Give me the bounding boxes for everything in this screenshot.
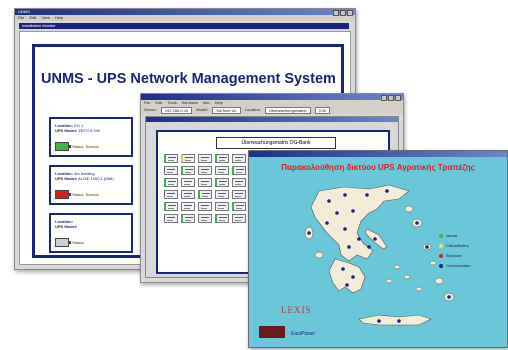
unms-menubar: File Edit View Help [15,15,355,21]
ups-cell[interactable] [232,178,246,187]
ups-card-1[interactable]: Location: EG 1 UPS Model: ZEFO 6 000 Sta… [49,117,133,157]
lexis-brand: LEXIS [281,305,312,315]
location-field[interactable]: Überwachungsmatrix [264,107,311,114]
crete-shape [358,314,432,326]
battery-icon [55,238,71,247]
matrix-titlebar [141,94,403,101]
server-label: Server: [144,107,157,112]
ups-cell[interactable] [181,202,195,211]
menu-file[interactable]: File [18,15,24,21]
model-label: UPS Model: [55,128,78,133]
unms-titlebar: UNMS [15,9,355,16]
legend-label: Communication [446,264,471,268]
menu-help[interactable]: Help [215,100,223,106]
model-field[interactable]: SinTech UL [212,107,241,114]
ups-card-2[interactable]: Location: 4th building UPS Model: ALISE … [49,165,133,205]
ups-cell[interactable] [181,166,195,175]
matrix-subwindow-titlebar [146,117,398,122]
company-logo [259,326,285,338]
ups-cell[interactable] [215,166,229,175]
ups-cell[interactable] [181,178,195,187]
legend-label: Normal [446,234,458,238]
minimize-button[interactable] [381,95,387,101]
ups-cell[interactable] [181,154,195,163]
ups-cell[interactable] [164,214,178,223]
ups-cell[interactable] [181,214,195,223]
unms-heading: UNMS - UPS Network Management System [41,71,336,87]
ups-cell[interactable] [164,202,178,211]
ups-cell[interactable] [232,154,246,163]
legend-shutdown: Shutdown [439,251,470,261]
ups-cell[interactable] [181,190,195,199]
matrix-toolbar: Server: 192.168.0.10 Model: SinTech UL L… [141,106,403,114]
legend-critical: Critical/Battery [439,241,470,251]
model-label: UPS Model: [55,224,78,229]
maximize-button[interactable] [388,95,394,101]
ups-cell[interactable] [232,214,246,223]
ups-cell[interactable] [164,154,178,163]
close-button[interactable] [347,10,353,16]
ups-cell[interactable] [198,178,212,187]
unms-window-title: UNMS [18,9,30,14]
ups-cell[interactable] [232,190,246,199]
model-value: ALISE 1000 1 (IBM) [78,176,114,181]
menu-view[interactable]: View [41,15,50,21]
status-text: Status: Normal [72,192,99,197]
legend-normal: Normal [439,231,470,241]
legend-label: Shutdown [446,254,462,258]
maximize-button[interactable] [340,10,346,16]
server-field[interactable]: 192.168.0.10 [160,107,193,114]
ups-cell[interactable] [198,214,212,223]
ups-cell[interactable] [215,190,229,199]
model-value: ZEFO 6 000 [78,128,101,133]
legend-label: Critical/Battery [446,244,469,248]
menu-edit[interactable]: Edit [29,15,36,21]
battery-icon [55,190,71,199]
installation-monitor-titlebar: Installation Monitor [19,23,349,29]
menu-tools[interactable]: Tools [167,100,176,106]
ups-cell[interactable] [215,178,229,187]
minimize-button[interactable] [333,10,339,16]
legend-communication: Communication [439,261,470,271]
model-label: Model: [196,107,209,112]
menu-help[interactable]: Help [55,15,63,21]
interval-button[interactable]: 0:30 [314,107,331,114]
map-legend: Normal Critical/Battery Shutdown Communi… [439,231,470,271]
ups-cell[interactable] [164,166,178,175]
peloponnese-shape [328,258,366,294]
battery-icon [55,142,71,151]
matrix-title: Überwachungsmatrix DG-Bank [216,137,336,149]
footer-brand: EastPower [291,331,316,337]
location-label: Location: [244,107,261,112]
status-text: Status: Normal [72,144,99,149]
ups-cell[interactable] [215,214,229,223]
ups-cell[interactable] [164,190,178,199]
ups-card-3[interactable]: Location: UPS Model: Status: [49,213,133,253]
greece-map-window: Παρακολούθηση δικτύου UPS Αγροτικής Τραπ… [248,150,508,348]
ups-cell[interactable] [198,202,212,211]
model-label: UPS Model: [55,176,78,181]
ups-cell[interactable] [232,202,246,211]
ups-cell[interactable] [232,166,246,175]
status-text: Status: [72,240,85,245]
ups-cell[interactable] [198,154,212,163]
ups-cell[interactable] [164,178,178,187]
ups-cell[interactable] [198,190,212,199]
ups-cell[interactable] [198,166,212,175]
ups-cell[interactable] [215,154,229,163]
ups-cell[interactable] [215,202,229,211]
close-button[interactable] [395,95,401,101]
